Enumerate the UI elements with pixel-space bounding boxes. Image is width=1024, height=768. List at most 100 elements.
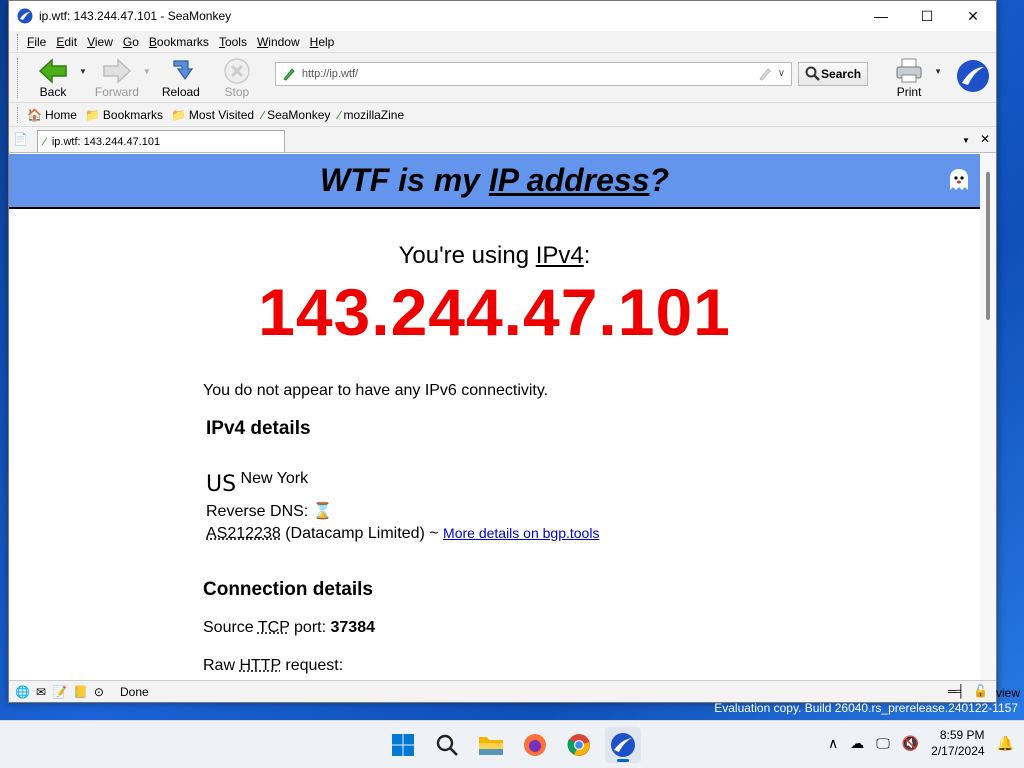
menu-bookmarks[interactable]: Bookmarks [149, 35, 209, 49]
vertical-scrollbar[interactable] [980, 154, 996, 680]
clock-time: 8:59 PM [939, 728, 985, 742]
scrollbar-thumb[interactable] [986, 172, 990, 320]
bookmarks-toolbar: 🏠 Home 📁 Bookmarks 📁 Most Visited ∕ SeaMonke… [9, 103, 996, 127]
status-bar: 🌐 ✉ 📝 📒 ⊙ Done ═╡ 🔓 [9, 680, 996, 702]
file-explorer-button[interactable] [473, 727, 509, 763]
bookmark-icon: ∕ [262, 107, 265, 122]
site-icon: ∕ [44, 135, 46, 148]
stop-button[interactable]: Stop [211, 57, 263, 99]
forward-dropdown-icon[interactable]: ▼ [143, 67, 151, 76]
ipv4-details-heading: IPv4 details [206, 418, 311, 439]
taskbar: ∧ ☁ 🖵 🔇 8:59 PM 2/17/2024 🔔 [0, 720, 1024, 768]
bookmark-mozillazine[interactable]: ∕ mozillaZine [338, 108, 404, 122]
close-button[interactable]: ✕ [950, 1, 996, 31]
toolbar-grip[interactable] [17, 57, 21, 98]
composer-icon[interactable]: 📝 [52, 685, 67, 699]
menu-file[interactable]: File [27, 35, 46, 49]
close-tab-icon[interactable]: ✕ [980, 132, 990, 146]
tab-list-icon[interactable]: 📄 [13, 132, 28, 146]
chevron-up-icon[interactable]: ∧ [828, 735, 838, 752]
chatzilla-icon[interactable]: ⊙ [94, 685, 104, 699]
volume-muted-icon[interactable]: 🔇 [902, 735, 919, 752]
menu-edit[interactable]: Edit [56, 35, 77, 49]
back-arrow-icon [38, 57, 67, 84]
menu-go[interactable]: Go [123, 35, 139, 49]
ipv6-note: You do not appear to have any IPv6 conne… [203, 382, 549, 399]
source-port-value: 37384 [330, 619, 376, 636]
display-icon[interactable]: 🖵 [876, 735, 890, 752]
seamonkey-taskbar-button[interactable] [605, 727, 641, 763]
connection-details-heading: Connection details [203, 579, 373, 600]
print-dropdown-icon[interactable]: ▼ [934, 67, 942, 76]
bookmark-bookmarks[interactable]: 📁 Bookmarks [85, 108, 163, 122]
bookmark-home[interactable]: 🏠 Home [27, 108, 77, 122]
search-button[interactable]: Search [798, 61, 869, 86]
ip-address-link[interactable]: IP address [489, 162, 650, 198]
seamonkey-throbber-icon[interactable] [956, 59, 990, 93]
seamonkey-icon [17, 8, 33, 24]
addressbook-icon[interactable]: 📒 [73, 685, 88, 699]
title-bar: ip.wtf: 143.244.47.101 - SeaMonkey — ☐ ✕ [9, 1, 996, 31]
page-content: WTF is my IP address? You're using IPv4:… [9, 154, 996, 680]
ghost-icon[interactable] [948, 168, 970, 192]
page-title: WTF is my IP address? [319, 162, 670, 198]
search-taskbar-button[interactable] [429, 727, 465, 763]
browser-window: ip.wtf: 143.244.47.101 - SeaMonkey — ☐ ✕… [8, 0, 997, 703]
back-dropdown-icon[interactable]: ▼ [79, 67, 87, 76]
mail-icon[interactable]: ✉ [36, 685, 46, 699]
window-title: ip.wtf: 143.244.47.101 - SeaMonkey [39, 9, 232, 23]
security-lock-icon[interactable]: 🔓 [973, 684, 988, 698]
reload-button[interactable]: Reload [155, 57, 207, 99]
forward-button[interactable]: Forward [91, 57, 143, 99]
url-bar[interactable]: ∨ [274, 61, 793, 86]
site-icon [283, 67, 295, 81]
asn-line: AS212238 (Datacamp Limited) ~ More detai… [206, 525, 600, 542]
stop-icon [224, 57, 250, 84]
bookmark-most-visited[interactable]: 📁 Most Visited [171, 108, 254, 122]
home-icon: 🏠 [27, 107, 42, 122]
minimize-button[interactable]: — [858, 1, 904, 31]
clock-date: 2/17/2024 [931, 744, 985, 758]
menu-view[interactable]: View [87, 35, 113, 49]
status-right: ═╡ 🔓 [948, 684, 988, 698]
chrome-button[interactable] [561, 727, 597, 763]
folder-icon: 📁 [84, 107, 100, 122]
tab-ip-wtf[interactable]: ∕ ip.wtf: 143.244.47.101 [37, 130, 285, 152]
system-tray: ∧ ☁ 🖵 🔇 8:59 PM 2/17/2024 🔔 [828, 727, 1014, 759]
printer-icon [896, 58, 922, 82]
ipv4-link[interactable]: IPv4 [536, 242, 584, 269]
menu-window[interactable]: Window [257, 35, 300, 49]
ip-version-line: You're using IPv4: [398, 242, 591, 269]
windows-icon [392, 734, 414, 756]
country-code: US [206, 472, 237, 497]
notification-bell-icon[interactable]: 🔔 [997, 735, 1014, 752]
menu-help[interactable]: Help [310, 35, 335, 49]
globe-icon[interactable]: 🌐 [15, 685, 30, 699]
menu-bar: File Edit View Go Bookmarks Tools Window… [9, 31, 996, 53]
network-icon[interactable]: ☁ [850, 735, 864, 752]
raw-request-line: Raw HTTP request: [203, 657, 344, 674]
url-dropdown-icon[interactable]: ∨ [778, 68, 785, 79]
hourglass-icon: ⌛ [312, 503, 333, 520]
online-plug-icon[interactable]: ═╡ [948, 684, 965, 698]
firefox-button[interactable] [517, 727, 553, 763]
start-button[interactable] [385, 727, 421, 763]
bookmark-star-icon[interactable] [758, 67, 772, 81]
tab-list-dropdown-icon[interactable]: ▼ [962, 136, 970, 145]
menu-tools[interactable]: Tools [219, 35, 247, 49]
folder-icon: 📁 [170, 107, 186, 122]
ip-address-display: 143.244.47.101 [258, 275, 731, 349]
toolbar-grip[interactable] [17, 106, 21, 123]
maximize-button[interactable]: ☐ [904, 1, 950, 31]
reload-icon [173, 59, 193, 80]
url-input[interactable] [301, 67, 758, 80]
seamonkey-icon [611, 733, 635, 757]
clock[interactable]: 8:59 PM 2/17/2024 [931, 727, 984, 759]
view-label: view [995, 686, 1020, 700]
firefox-icon [524, 734, 546, 756]
bgp-tools-link[interactable]: More details on bgp.tools [443, 525, 599, 541]
toolbar-grip[interactable] [17, 33, 21, 50]
back-button[interactable]: Back [27, 57, 79, 99]
print-button[interactable]: Print [884, 57, 934, 99]
bookmark-seamonkey[interactable]: ∕ SeaMonkey [262, 108, 330, 122]
